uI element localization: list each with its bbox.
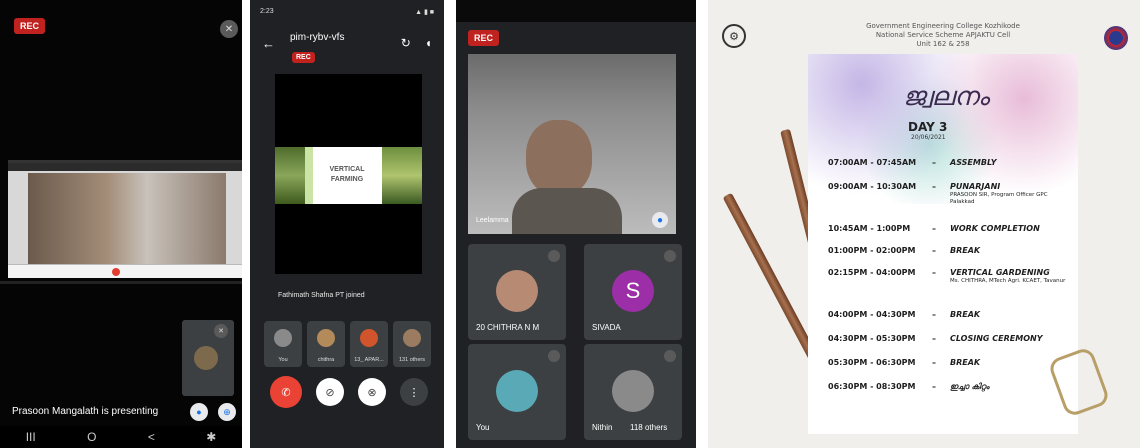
rec-badge: REC — [468, 30, 500, 46]
avatar — [194, 346, 218, 370]
event-poster: ⚙ Government Engineering College Kozhiko… — [708, 0, 1140, 448]
meet-screen-presenting: REC ✕ ✕ Prasoon Mangalath is presenting … — [0, 0, 242, 448]
schedule-row: 04:30PM - 05:30PM – CLOSING CEREMONY — [828, 334, 1043, 343]
nss-logo — [1104, 26, 1128, 50]
meet-call-screen: 2:23 ▲ ▮ ■ ← pim-rybv-vfs REC ↻ ◖ VERTIC… — [250, 0, 444, 448]
schedule-row: 04:00PM - 04:30PM – BREAK — [828, 310, 981, 319]
slide-text: VERTICAL FARMING — [329, 166, 365, 183]
speaker-name: Leelamma — [476, 217, 509, 224]
poster-title: ജ്വലനം — [902, 82, 990, 112]
college-logo: ⚙ — [722, 24, 746, 48]
rec-badge: REC — [14, 18, 46, 34]
end-call-icon[interactable]: ✆ — [270, 376, 302, 408]
active-speaker-tile[interactable]: Leelamma ● — [468, 54, 676, 234]
slide-preview: VERTICAL FARMING — [275, 147, 422, 204]
rec-badge: REC — [292, 52, 315, 63]
accessibility-icon[interactable]: ✱ — [206, 430, 216, 444]
poster-date: 20/06/2021 — [911, 134, 946, 141]
poster-header-line: Unit 162 & 258 — [916, 40, 970, 48]
participant-tile[interactable]: 13_ APAR... — [350, 321, 388, 367]
schedule-row: 09:00AM - 10:30AM – PUNARJANI PRASOON SIR, … — [828, 182, 1048, 205]
poster-sheet: ജ്വലനം DAY 3 20/06/2021 07:00AM - 07:45A… — [808, 54, 1078, 434]
others-count: 118 others — [630, 423, 668, 432]
participant-tile[interactable]: S SIVADA — [584, 244, 682, 340]
participant-tile[interactable]: chithra — [307, 321, 345, 367]
presentation-stage: VERTICAL FARMING — [275, 74, 422, 274]
back-arrow-icon[interactable]: ← — [262, 36, 275, 51]
meeting-code[interactable]: pim-rybv-vfs — [290, 32, 344, 43]
schedule-row: 06:30PM - 08:30PM – ഇച്ചാ കിറ്റം — [828, 382, 990, 391]
poster-header-line: Government Engineering College Kozhikode — [866, 22, 1020, 30]
schedule-row: 05:30PM - 06:30PM – BREAK — [828, 358, 981, 367]
self-view-tile[interactable]: ✕ — [182, 320, 234, 396]
more-icon[interactable]: ⊕ — [218, 403, 236, 421]
join-notification: Fathimath Shafna PT joined — [278, 292, 365, 299]
mic-icon: ● — [652, 212, 668, 228]
presenting-label: Prasoon Mangalath is presenting — [12, 406, 159, 417]
participant-tile[interactable]: You — [264, 321, 302, 367]
shared-screen — [8, 160, 242, 278]
participant-tile[interactable]: You — [468, 344, 566, 440]
android-nav-bar: III O < ✱ — [0, 426, 242, 448]
camera-off-icon[interactable]: ⊘ — [316, 378, 344, 406]
schedule-row: 10:45AM - 1:00PM – WORK COMPLETION — [828, 224, 1040, 233]
clock: 2:23 — [260, 8, 274, 15]
back-button[interactable]: < — [148, 430, 155, 444]
status-bar: 2:23 ▲ ▮ ■ — [260, 8, 434, 16]
mic-off-icon[interactable]: ⊗ — [358, 378, 386, 406]
more-options-icon[interactable]: ⋮ — [400, 378, 428, 406]
mic-off-icon: ✕ — [214, 324, 228, 338]
schedule-row: 01:00PM - 02:00PM – BREAK — [828, 246, 981, 255]
participant-tile[interactable]: 131 others — [393, 321, 431, 367]
shared-controls-bar — [8, 264, 242, 278]
mic-icon[interactable]: ● — [190, 403, 208, 421]
audio-output-icon[interactable]: ◖ — [425, 36, 432, 50]
status-icons: ▲ ▮ ■ — [415, 9, 434, 16]
schedule-list: 07:00AM - 07:45AM – ASSEMBLY 09:00AM - 10:… — [828, 158, 1076, 404]
home-button[interactable]: O — [87, 430, 96, 444]
poster-header-line: National Service Scheme APJAKTU Cell — [875, 31, 1011, 39]
poster-day: DAY 3 — [908, 120, 948, 134]
recents-button[interactable]: III — [26, 430, 36, 444]
presenter-video — [28, 173, 226, 265]
mic-off-icon[interactable]: ✕ — [220, 20, 238, 38]
participant-tile[interactable]: 20 CHITHRA N M — [468, 244, 566, 340]
schedule-row: 02:15PM - 04:00PM – VERTICAL GARDENING Ms. … — [828, 268, 1066, 284]
meet-grid-screen: REC Leelamma ● 20 CHITHRA N M S SIVADA Y… — [456, 0, 696, 448]
switch-camera-icon[interactable]: ↻ — [401, 36, 411, 50]
participant-tile[interactable]: Nithin 118 others — [584, 344, 682, 440]
schedule-row: 07:00AM - 07:45AM – ASSEMBLY — [828, 158, 997, 167]
